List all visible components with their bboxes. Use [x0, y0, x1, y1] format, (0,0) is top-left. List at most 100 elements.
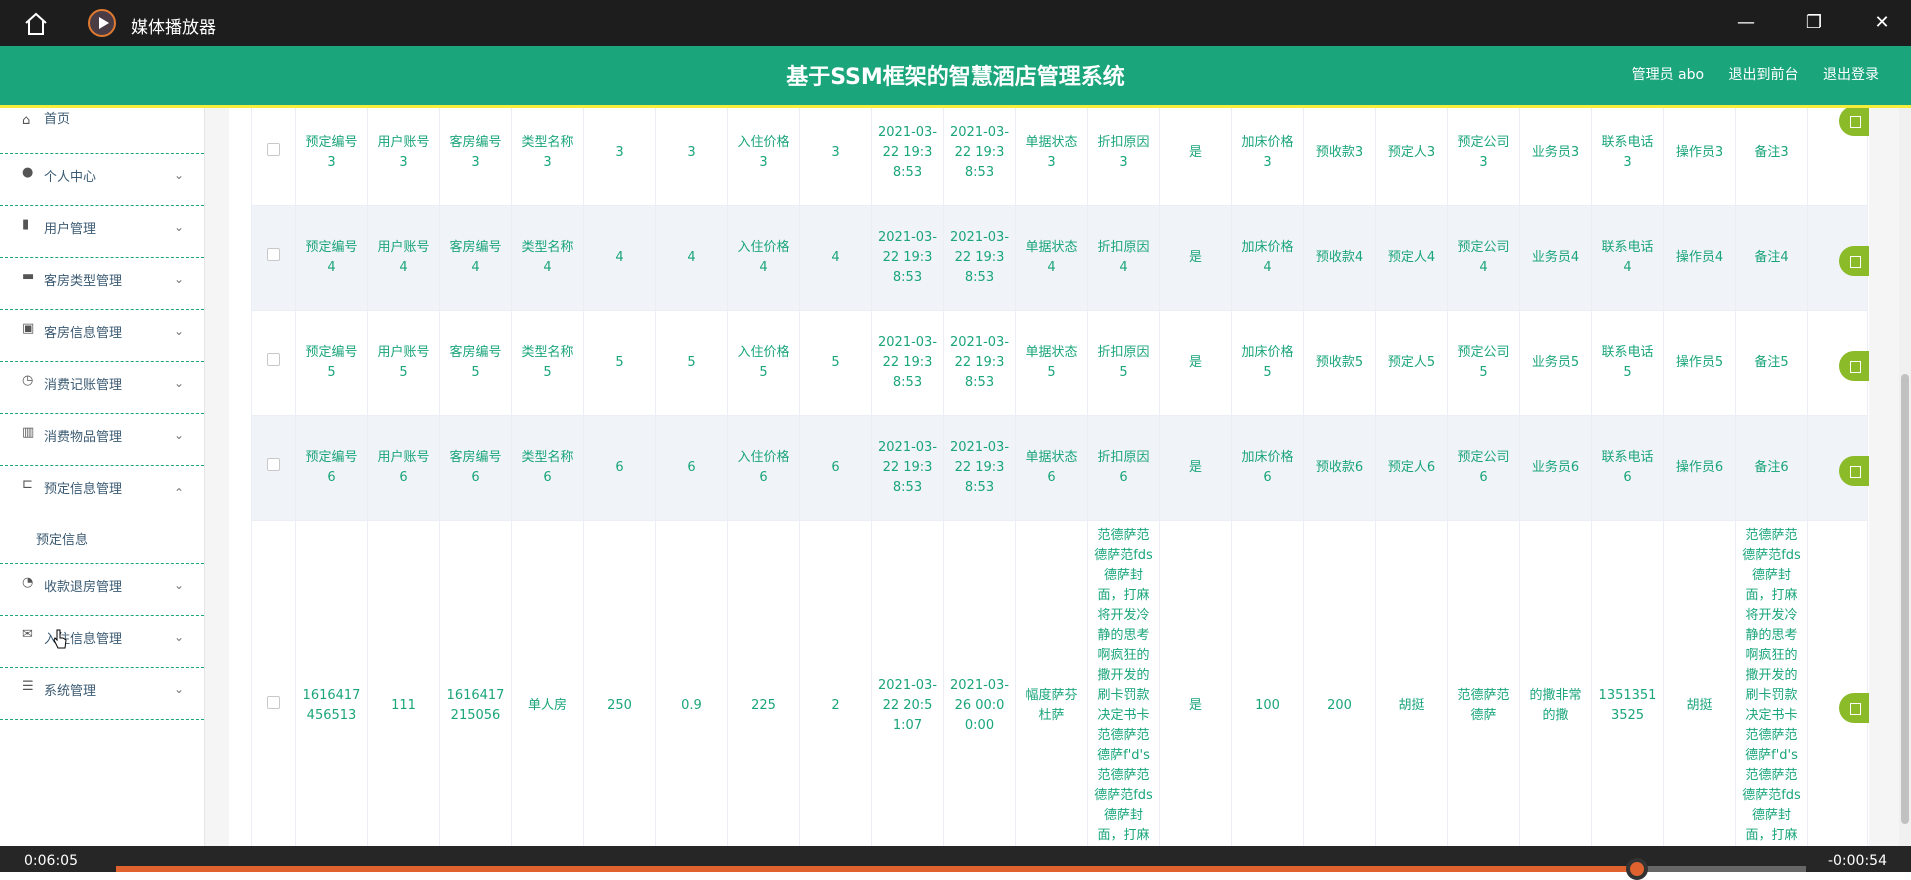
table-cell: 的撒非常的撒 [1519, 520, 1592, 846]
table-cell: 加床价格3 [1231, 108, 1304, 206]
row-checkbox[interactable] [267, 353, 280, 366]
sidebar-item-0[interactable]: ⌂ 首页 [0, 108, 204, 154]
table-cell: 2021-03-22 20:51:07 [871, 520, 944, 846]
table-cell: 5 [583, 310, 656, 416]
sidebar-item-9[interactable]: ✉ 入住信息管理 ⌄ [0, 616, 204, 668]
table-cell: 加床价格4 [1231, 205, 1304, 311]
row-checkbox-cell [251, 108, 296, 206]
seek-bar-knob[interactable] [1626, 858, 1648, 880]
table-cell: 单据状态3 [1015, 108, 1088, 206]
table-cell: 预定人3 [1375, 108, 1448, 206]
table-cell: 2021-03-22 19:38:53 [871, 205, 944, 311]
sidebar-item-1[interactable]: ● 个人中心 ⌄ [0, 154, 204, 206]
table-cell: 预收款6 [1303, 415, 1376, 521]
table-cell: 幅度萨芬杜萨 [1015, 520, 1088, 846]
admin-user-label: 管理员 abo [1631, 67, 1705, 83]
media-player-logo-icon [88, 9, 116, 37]
table-cell: 单人房 [511, 520, 584, 846]
row-checkbox[interactable] [267, 695, 280, 709]
row-action-button[interactable] [1839, 693, 1869, 723]
exit-to-frontend-link[interactable]: 退出到前台 [1729, 67, 1799, 83]
home-icon: ⌂ [22, 113, 31, 128]
table-cell: 预定编号4 [295, 205, 368, 311]
table-cell: 用户账号6 [367, 415, 440, 521]
sidebar-item-6[interactable]: ▥ 消费物品管理 ⌄ [0, 414, 204, 466]
table-cell: 备注5 [1735, 310, 1808, 416]
table-cell: 是 [1159, 310, 1232, 416]
table-cell: 预定人5 [1375, 310, 1448, 416]
window-titlebar: 媒体播放器 — ❐ ✕ [0, 0, 1911, 46]
table-cell: 操作员6 [1663, 415, 1736, 521]
row-checkbox-cell [251, 205, 296, 311]
home-icon[interactable] [22, 10, 50, 38]
table-cell: 2021-03-22 19:38:53 [943, 108, 1016, 206]
row-checkbox[interactable] [267, 248, 280, 261]
table-row: 预定编号3 用户账号3 客房编号3 类型名称3 3 3 入住价格3 3 2021-03-22 1… [251, 108, 1868, 206]
table-panel: 预定编号3 用户账号3 客房编号3 类型名称3 3 3 入住价格3 3 2021-03-22 1… [229, 108, 1869, 846]
sidebar-item-label: 收款退房管理 [44, 580, 123, 595]
table-cell: 2021-03-22 19:38:53 [871, 310, 944, 416]
sliders-icon: ☰ [22, 679, 34, 694]
table-cell: 联系电话3 [1591, 108, 1664, 206]
row-checkbox[interactable] [267, 143, 280, 156]
sidebar-item-8[interactable]: ◔ 收款退房管理 ⌄ [0, 564, 204, 616]
table-cell: 4 [655, 205, 728, 311]
table-cell: 客房编号4 [439, 205, 512, 311]
sidebar-item-7[interactable]: ⊏ 预定信息管理 ⌃ [0, 466, 204, 518]
table-cell: 入住价格3 [727, 108, 800, 206]
sidebar-item-10[interactable]: ☰ 系统管理 ⌄ [0, 668, 204, 720]
table-cell: 客房编号3 [439, 108, 512, 206]
row-action-button[interactable] [1839, 108, 1869, 136]
sidebar-item-2[interactable]: ▮ 用户管理 ⌄ [0, 206, 204, 258]
chevron-down-icon: ⌄ [173, 682, 184, 696]
seek-bar[interactable] [116, 858, 1806, 880]
table-cell: 预收款5 [1303, 310, 1376, 416]
chevron-down-icon: ⌄ [173, 220, 184, 234]
table-cell: 类型名称5 [511, 310, 584, 416]
logout-link[interactable]: 退出登录 [1823, 67, 1879, 83]
sidebar-item-label: 消费记账管理 [44, 378, 123, 393]
close-icon[interactable]: ✕ [1870, 11, 1894, 35]
table-cell: 预收款3 [1303, 108, 1376, 206]
table-cell: 范德萨范德萨 [1447, 520, 1520, 846]
mouse-cursor-icon [53, 629, 67, 649]
table-cell: 加床价格6 [1231, 415, 1304, 521]
table-cell: 是 [1159, 520, 1232, 846]
table-cell: 折扣原因3 [1087, 108, 1160, 206]
row-action-button[interactable] [1839, 455, 1869, 486]
chevron-down-icon: ⌄ [173, 376, 184, 390]
table-cell: 预定人6 [1375, 415, 1448, 521]
scrollbar-thumb[interactable] [1901, 374, 1909, 824]
sidebar-item-label: 消费物品管理 [44, 430, 123, 445]
table-cell: 4 [583, 205, 656, 311]
table-cell: 是 [1159, 205, 1232, 311]
table-cell: 5 [655, 310, 728, 416]
maximize-icon[interactable]: ❐ [1802, 11, 1826, 35]
sidebar-item-5[interactable]: ◷ 消费记账管理 ⌄ [0, 362, 204, 414]
table-cell: 折扣原因6 [1087, 415, 1160, 521]
sidebar: ⌂ 首页 ● 个人中心 ⌄ ▮ 用户管理 ⌄ ▬ 客房类型管理 ⌄ ▣ 客房信息管理 ⌄ ◷ 消费记账管理 ⌄ ▥… [0, 108, 205, 846]
row-action-button[interactable] [1839, 245, 1869, 276]
elapsed-time: 0:06:05 [24, 853, 78, 869]
minimize-icon[interactable]: — [1734, 11, 1758, 35]
chevron-down-icon: ⌄ [173, 630, 184, 644]
table-cell: 1616417215056 [439, 520, 512, 846]
table-cell: 预定编号5 [295, 310, 368, 416]
row-checkbox[interactable] [267, 458, 280, 471]
table-cell: 3 [655, 108, 728, 206]
table-cell: 5 [799, 310, 872, 416]
app-header: 基于SSM框架的智慧酒店管理系统 管理员 abo 退出到前台 退出登录 [0, 46, 1911, 108]
table-cell: 2021-03-22 19:38:53 [943, 310, 1016, 416]
sidebar-subitem-0[interactable]: 预定信息 [0, 518, 204, 564]
sidebar-item-4[interactable]: ▣ 客房信息管理 ⌄ [0, 310, 204, 362]
table-cell: 2021-03-22 19:38:53 [871, 415, 944, 521]
row-action-button[interactable] [1839, 350, 1869, 381]
clipboard-icon: ▣ [22, 321, 35, 336]
sidebar-item-label: 用户管理 [44, 222, 97, 237]
table-cell: 预定人4 [1375, 205, 1448, 311]
sidebar-item-3[interactable]: ▬ 客房类型管理 ⌄ [0, 258, 204, 310]
table-cell: 客房编号6 [439, 415, 512, 521]
table-cell: 范德萨范德萨范fds德萨封面，打麻将开发冷静的思考啊疯狂的撒开发的刷卡罚款决定书… [1087, 520, 1160, 846]
table-cell: 入住价格6 [727, 415, 800, 521]
vertical-scrollbar[interactable] [1899, 108, 1911, 846]
